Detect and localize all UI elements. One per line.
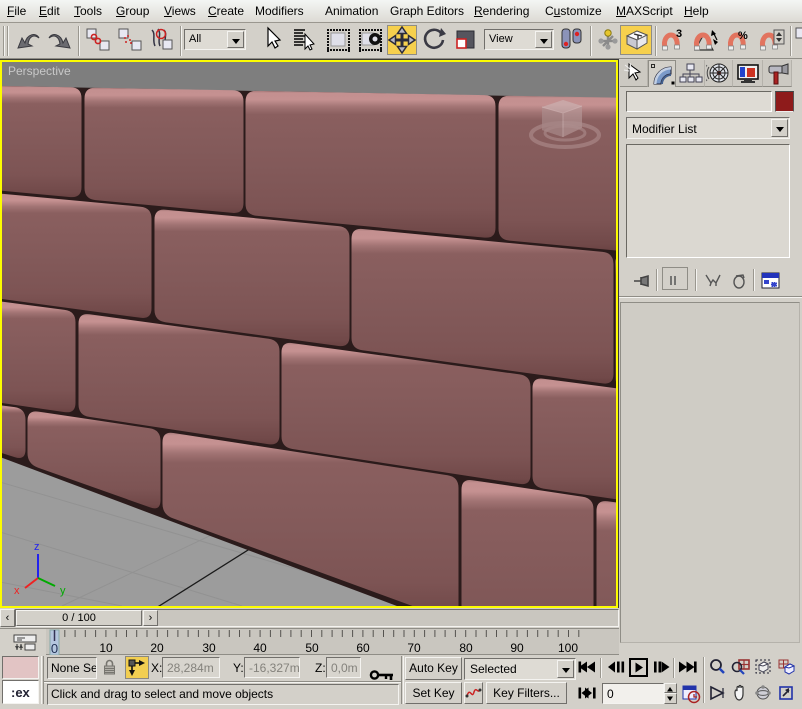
- svg-text:100: 100: [558, 641, 578, 655]
- svg-text:50: 50: [305, 641, 319, 655]
- svg-text:60: 60: [356, 641, 370, 655]
- svg-text:x: x: [14, 585, 20, 597]
- svg-text:90: 90: [510, 641, 524, 655]
- svg-text:y: y: [60, 585, 66, 597]
- svg-text:Perspective: Perspective: [8, 64, 71, 78]
- svg-text:0: 0: [51, 641, 58, 656]
- svg-text:20: 20: [150, 641, 164, 655]
- svg-text:40: 40: [253, 641, 267, 655]
- svg-text:70: 70: [407, 641, 421, 655]
- svg-text:3: 3: [676, 28, 682, 40]
- svg-text:z: z: [34, 541, 40, 553]
- svg-text:80: 80: [459, 641, 473, 655]
- svg-text:%: %: [738, 30, 748, 42]
- svg-text:30: 30: [202, 641, 216, 655]
- svg-text:10: 10: [99, 641, 113, 655]
